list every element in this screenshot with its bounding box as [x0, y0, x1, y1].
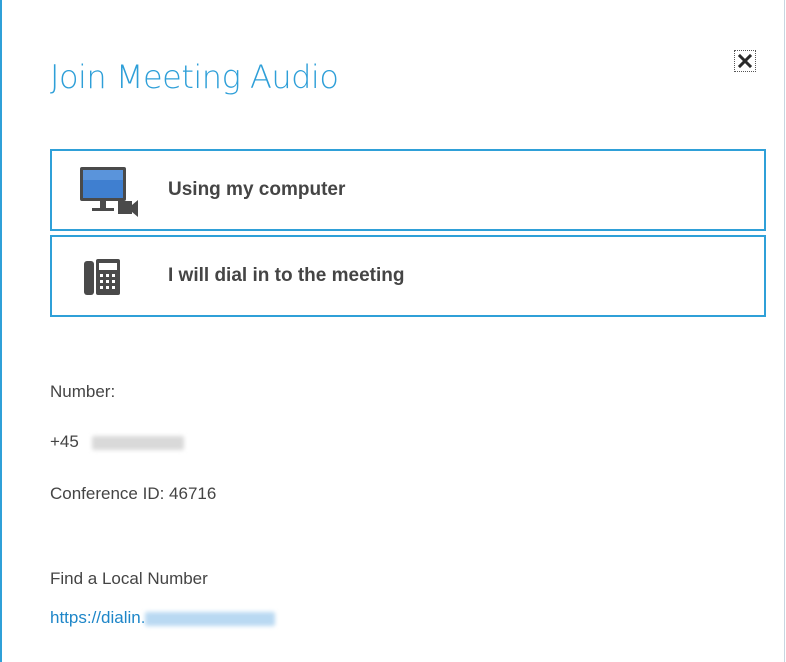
desk-phone-icon [78, 251, 140, 305]
dialin-link-text[interactable]: https://dialin. [50, 608, 145, 627]
dialin-link[interactable]: https://dialin. [50, 608, 276, 628]
using-my-computer-label: Using my computer [168, 179, 346, 200]
close-button[interactable] [734, 50, 756, 72]
dial-in-label: I will dial in to the meeting [168, 265, 405, 286]
find-local-number-label: Find a Local Number [50, 569, 208, 588]
phone-number-prefix: +45 [50, 432, 79, 451]
using-my-computer-option[interactable]: Using my computer [50, 149, 766, 231]
join-meeting-audio-dialog: Join Meeting Audio Using my computer I w… [0, 0, 785, 662]
phone-number: +45 [50, 432, 184, 452]
number-label: Number: [50, 382, 116, 401]
dialog-title: Join Meeting Audio [50, 58, 339, 96]
close-icon [737, 53, 753, 69]
redacted-link-domain [145, 611, 276, 626]
computer-audio-icon [78, 165, 140, 219]
redacted-phone-number [91, 435, 184, 450]
dial-in-option[interactable]: I will dial in to the meeting [50, 235, 766, 317]
conference-id: Conference ID: 46716 [50, 484, 217, 503]
